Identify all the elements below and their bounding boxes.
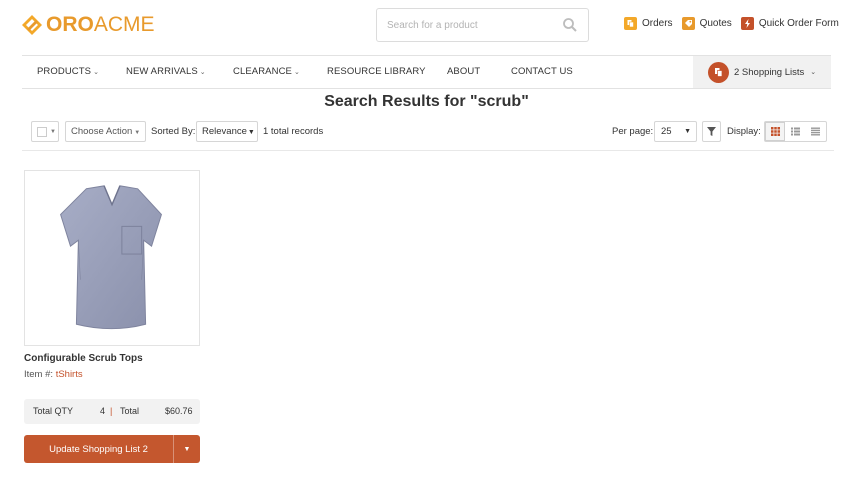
search-box[interactable] — [376, 8, 589, 42]
nav-item-label: NEW ARRIVALS — [126, 66, 198, 77]
total-qty-value: 4 — [100, 406, 106, 416]
filter-button[interactable] — [702, 121, 721, 142]
product-sku: tShirts — [55, 369, 83, 380]
view-mode-switcher — [764, 121, 827, 142]
choose-action-label: Choose Action — [71, 126, 133, 137]
nav-item-label: CLEARANCE — [233, 66, 292, 77]
per-page-select[interactable]: 25 ▼ — [654, 121, 697, 142]
totals-separator: | — [110, 406, 113, 416]
caret-down-icon: ▼ — [247, 129, 255, 136]
orders-label: Orders — [642, 18, 673, 29]
sorted-by-label: Sorted By: — [151, 126, 196, 137]
nav-item-label: RESOURCE LIBRARY — [327, 66, 426, 77]
shopping-list-dropdown-toggle[interactable]: ▼ — [173, 435, 200, 463]
quotes-label: Quotes — [699, 18, 732, 29]
scrub-top-image — [60, 185, 162, 330]
per-page-value: 25 — [661, 126, 672, 137]
product-image[interactable] — [24, 170, 200, 346]
product-name[interactable]: Configurable Scrub Tops — [24, 353, 143, 364]
nav-item-label: CONTACT US — [511, 66, 573, 77]
orders-icon — [624, 17, 637, 30]
quotes-icon — [681, 17, 695, 30]
lightning-icon — [740, 17, 754, 30]
filter-icon — [707, 127, 716, 136]
grid-view-button[interactable] — [765, 122, 786, 141]
display-label: Display: — [727, 126, 761, 137]
shopping-list-totals: Total QTY 4 | Total $60.76 — [24, 399, 200, 424]
update-shopping-list-label[interactable]: Update Shopping List 2 — [24, 435, 173, 463]
logo-text-oro: ORO — [46, 13, 94, 36]
update-shopping-list-button[interactable]: Update Shopping List 2 ▼ — [24, 435, 200, 463]
caret-down-icon: ▼ — [684, 128, 691, 135]
checkbox-icon[interactable] — [37, 126, 47, 137]
page-title: Search Results for "scrub" — [324, 93, 529, 110]
logo-mark-icon — [22, 15, 42, 35]
logo[interactable]: OROACME — [21, 13, 155, 37]
chevron-down-icon: ▼ — [50, 128, 56, 135]
compact-view-icon — [811, 127, 821, 136]
sort-select[interactable]: Relevance▼ — [196, 121, 258, 142]
item-number-label: Item #: — [24, 369, 54, 380]
toolbar-divider — [22, 150, 834, 151]
chevron-down-icon: ⌄ — [199, 69, 206, 76]
quick-order-form-link[interactable]: Quick Order Form — [740, 17, 839, 30]
nav-item-contact-us[interactable]: CONTACT US — [511, 56, 573, 88]
orders-link[interactable]: Orders — [624, 17, 673, 30]
total-qty-label: Total QTY — [33, 406, 74, 416]
caret-down-icon: ▼ — [183, 445, 191, 453]
quick-order-form-label: Quick Order Form — [758, 18, 839, 29]
nav-item-new-arrivals[interactable]: NEW ARRIVALS ⌄ — [126, 56, 206, 88]
chevron-down-icon: ⌄ — [293, 69, 300, 76]
shopping-lists-label: 2 Shopping Lists — [734, 66, 805, 78]
compact-view-button[interactable] — [806, 122, 826, 141]
per-page-label: Per page: — [612, 126, 654, 137]
choose-action-dropdown[interactable]: Choose Action ▼ — [65, 121, 146, 142]
chevron-down-icon: ▼ — [134, 130, 141, 136]
main-nav: PRODUCTS ⌄ NEW ARRIVALS ⌄ CLEARANCE ⌄ RESOU… — [22, 55, 831, 89]
nav-item-about[interactable]: ABOUT — [447, 56, 480, 88]
nav-item-products[interactable]: PRODUCTS ⌄ — [37, 56, 99, 88]
nav-item-label: PRODUCTS — [37, 66, 92, 77]
search-icon[interactable] — [562, 17, 578, 33]
logo-text-acme: ACME — [93, 13, 155, 36]
shopping-list-icon — [708, 61, 729, 83]
shopping-lists-dropdown[interactable]: 2 Shopping Lists ⌄ — [693, 56, 831, 88]
logo-text: OROACME — [46, 13, 155, 37]
search-input[interactable] — [387, 19, 562, 31]
nav-item-label: ABOUT — [447, 66, 481, 77]
product-sku-line: Item #: tShirts — [24, 369, 83, 380]
nav-item-resource-library[interactable]: RESOURCE LIBRARY — [327, 56, 426, 88]
chevron-down-icon: ⌄ — [810, 69, 817, 76]
total-records: 1 total records — [263, 126, 324, 137]
select-all-checkbox-dropdown[interactable]: ▼ — [31, 121, 59, 142]
top-links: Orders Quotes Quick Order Form — [624, 17, 848, 30]
list-view-icon — [790, 127, 800, 136]
chevron-down-icon: ⌄ — [93, 69, 100, 76]
quotes-link[interactable]: Quotes — [681, 17, 732, 30]
total-label: Total — [120, 406, 140, 416]
nav-item-clearance[interactable]: CLEARANCE ⌄ — [233, 56, 300, 88]
sort-value: Relevance — [202, 126, 247, 137]
results-toolbar: ▼ Choose Action ▼ Sorted By: Relevance▼ 1… — [31, 121, 827, 143]
list-view-button[interactable] — [785, 122, 805, 141]
grid-view-icon — [770, 127, 780, 136]
total-price: $60.76 — [165, 406, 193, 416]
